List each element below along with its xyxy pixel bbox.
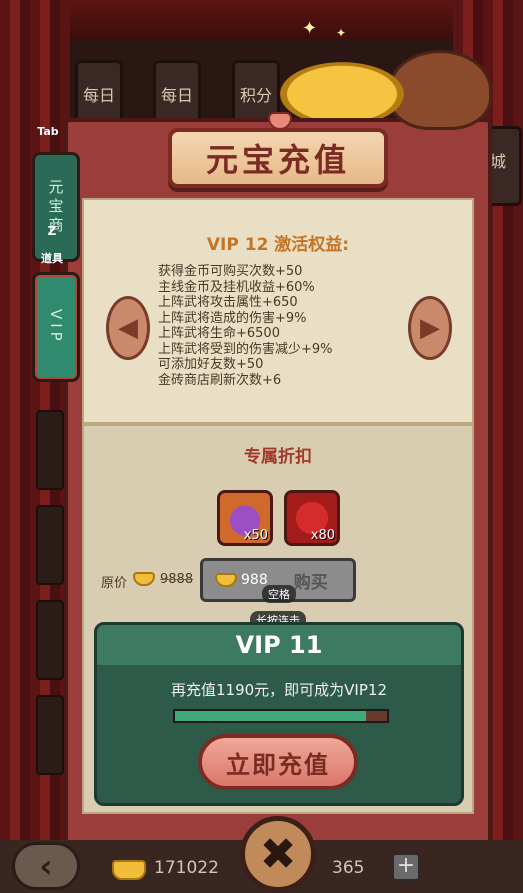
background-tile [36, 600, 64, 680]
sidebar-tab-vip[interactable]: VIP [32, 272, 80, 382]
benefit-line: 上阵武将生命+6500 [158, 326, 280, 341]
title-banner: 元宝充值 [168, 128, 388, 188]
items-hint: 道具 [41, 252, 63, 265]
treasure-bag-icon[interactable]: x50 [217, 490, 273, 546]
ingot-amount: 365 [332, 858, 365, 878]
sidebar-tab-ingot-shop[interactable]: 元宝商 [32, 152, 80, 262]
original-price-label: 原价 [101, 576, 128, 591]
arrow-right-icon: ▶ [420, 313, 440, 343]
back-button[interactable]: ‹ [12, 842, 80, 890]
benefit-line: 上阵武将受到的伤害减少+9% [158, 341, 333, 357]
vip-benefits-list: 获得金币可购买次数+50 主线金币及挂机收益+60% 上阵武将攻击属性+650 … [158, 264, 333, 388]
vip-progress-message: 再充值1190元，即可成为VIP12 [171, 681, 387, 699]
vip-level: VIP 11 [97, 625, 461, 665]
benefit-line: 主线金币及挂机收益+60% [158, 279, 315, 295]
benefit-line: 上阵武将攻击属性+650 [158, 295, 298, 310]
stage-top [0, 0, 523, 40]
chevron-left-icon: ‹ [39, 847, 53, 885]
space-key-hint: 空格 [262, 585, 296, 603]
benefit-line: 可添加好友数+50 [158, 357, 264, 372]
buy-price: 988 [241, 572, 268, 588]
sparkle-icon: ✦ [302, 18, 318, 39]
add-currency-button[interactable]: + [392, 853, 420, 881]
recharge-now-button[interactable]: 立即充值 [198, 734, 358, 790]
gold-ingot-pile-icon [272, 58, 412, 118]
background-tile [36, 410, 64, 490]
close-button[interactable]: ✖ [240, 816, 316, 892]
background-tile [36, 695, 64, 775]
vip-progress-bar [173, 709, 389, 723]
recharge-label: 立即充值 [226, 749, 330, 779]
item-quantity: x50 [243, 528, 268, 543]
arrow-left-icon: ◀ [118, 313, 138, 343]
vip-benefits-heading: VIP 12 激活权益: [206, 235, 350, 255]
discount-heading: 专属折扣 [244, 447, 312, 467]
vip-progress-fill [175, 711, 366, 721]
benefit-line: 上阵武将造成的伤害+9% [158, 310, 307, 326]
original-price: 9888 [160, 572, 194, 587]
z-key-hint: Z [47, 224, 57, 238]
tab-key-hint: Tab [37, 125, 59, 138]
red-chest-icon[interactable]: x80 [284, 490, 340, 546]
ingot-icon [215, 573, 237, 587]
background-tile [36, 505, 64, 585]
sparkle-icon: ✦ [336, 26, 347, 40]
item-quantity: x80 [310, 528, 335, 543]
close-icon: ✖ [259, 828, 297, 880]
gold-ingot-icon [112, 860, 146, 880]
page-title: 元宝充值 [205, 141, 350, 179]
next-vip-button[interactable]: ▶ [408, 296, 452, 360]
prev-vip-button[interactable]: ◀ [106, 296, 150, 360]
gold-amount: 171022 [154, 858, 219, 878]
buy-label: 购买 [293, 572, 328, 593]
benefit-line: 获得金币可购买次数+50 [158, 264, 303, 279]
sidebar-tab-label: VIP [47, 309, 65, 345]
benefit-line: 金砖商店刷新次数+6 [158, 372, 282, 388]
